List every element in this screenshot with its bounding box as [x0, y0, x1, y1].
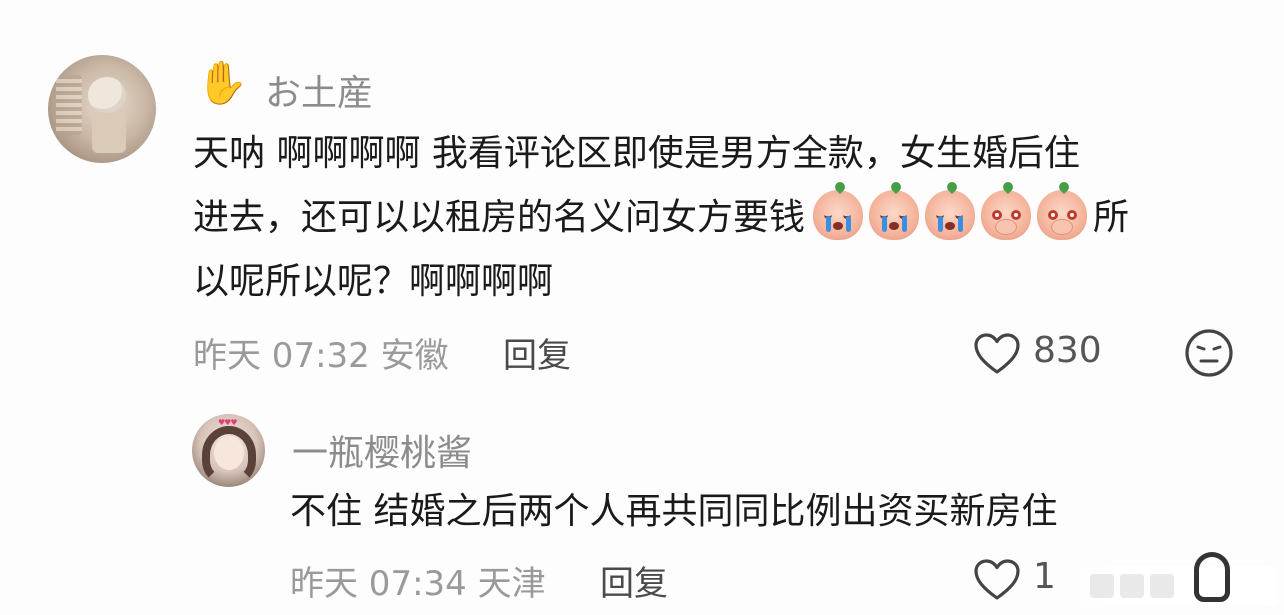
user-avatar[interactable]: [48, 55, 156, 163]
dislike-face-icon[interactable]: [1184, 328, 1234, 378]
reply-username[interactable]: 一瓶樱桃酱: [292, 424, 472, 476]
comment-text-segment: 所: [1093, 197, 1130, 238]
reply-button[interactable]: 回复: [503, 328, 571, 377]
comment-text-line: 以呢所以呢？啊啊啊啊: [193, 261, 554, 302]
heart-icon[interactable]: [973, 558, 1021, 602]
reply-meta: 昨天 07:34 天津: [290, 556, 546, 605]
comment-text-line: 天呐 啊啊啊啊 我看评论区即使是男方全款，女生婚后住: [193, 133, 1080, 174]
shy-peach-icon: [981, 190, 1032, 240]
like-count: 830: [1033, 330, 1102, 371]
reply-location: 天津: [477, 564, 546, 604]
shy-peach-icon: [1037, 190, 1088, 240]
comment-text-segment: 进去，还可以以租房的名义问女方要钱: [193, 197, 806, 238]
emoji-row: [813, 190, 1093, 244]
comment-text-line: 进去，还可以以租房的名义问女方要钱 所: [193, 190, 1130, 244]
avatar-background-pattern: [56, 75, 82, 135]
comment-meta: 昨天 07:32 安徽: [193, 328, 449, 377]
reply-reply-button[interactable]: 回复: [600, 556, 668, 605]
comment-time: 昨天 07:32: [193, 336, 370, 376]
avatar-figure-body: [92, 109, 126, 153]
comment-location: 安徽: [380, 336, 449, 376]
avatar-figure-head: [88, 77, 126, 113]
avatar-face: [214, 436, 244, 470]
reply-time: 昨天 07:34: [290, 564, 467, 604]
reply-user-avatar[interactable]: ♥♥♥: [192, 414, 265, 487]
raised-hand-icon: ✋: [196, 58, 249, 107]
reply-like-count: 1: [1033, 556, 1056, 597]
dislike-face-icon[interactable]: [1194, 552, 1230, 602]
avatar-hearts-icon: ♥♥♥: [218, 418, 237, 427]
crying-peach-icon: [925, 190, 976, 240]
comment-thread: ✋ お土産 天呐 啊啊啊啊 我看评论区即使是男方全款，女生婚后住 进去，还可以以…: [0, 0, 1284, 615]
crying-peach-icon: [869, 190, 920, 240]
heart-icon[interactable]: [973, 332, 1021, 376]
crying-peach-icon: [813, 190, 864, 240]
watermark-overlay: [1080, 566, 1276, 606]
comment-username[interactable]: お土産: [265, 64, 373, 116]
reply-text: 不住 结婚之后两个人再共同同比例出资买新房住: [290, 491, 1058, 532]
